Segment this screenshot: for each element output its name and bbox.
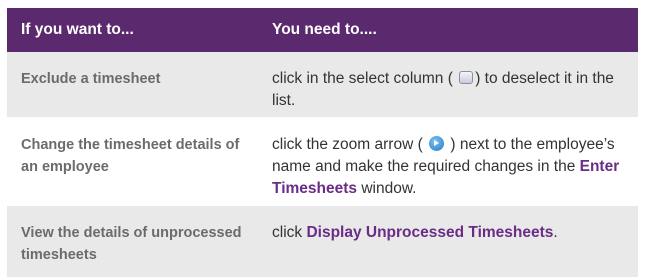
- header-you-need-to: You need to....: [272, 21, 377, 38]
- row-instruction: click the zoom arrow ( ) next to the emp…: [257, 134, 638, 200]
- instructions-table: If you want to... You need to.... Exclud…: [7, 8, 638, 278]
- display-unprocessed-timesheets-link[interactable]: Display Unprocessed Timesheets: [306, 224, 553, 241]
- table-header: If you want to... You need to....: [7, 8, 638, 52]
- row-instruction: click Display Unprocessed Timesheets.: [257, 222, 638, 244]
- row-instruction: click in the select column ( ) to desele…: [257, 68, 638, 112]
- row-action: Exclude a timesheet: [21, 71, 161, 87]
- instruction-text: click: [272, 224, 303, 241]
- checkbox-icon: [459, 71, 474, 84]
- table-row: Change the timesheet details of an emplo…: [7, 118, 638, 206]
- table-row: View the details of unprocessed timeshee…: [7, 206, 638, 278]
- instruction-text: .: [553, 224, 558, 241]
- instruction-text: window.: [361, 180, 417, 197]
- row-action: View the details of unprocessed timeshee…: [21, 225, 242, 263]
- instruction-text: click in the select column (: [272, 70, 453, 87]
- row-action: Change the timesheet details of an emplo…: [21, 137, 240, 175]
- instruction-text: click the zoom arrow (: [272, 136, 423, 153]
- header-if-you-want-to: If you want to...: [21, 21, 134, 38]
- zoom-arrow-icon: [429, 136, 445, 151]
- table-row: Exclude a timesheet click in the select …: [7, 52, 638, 118]
